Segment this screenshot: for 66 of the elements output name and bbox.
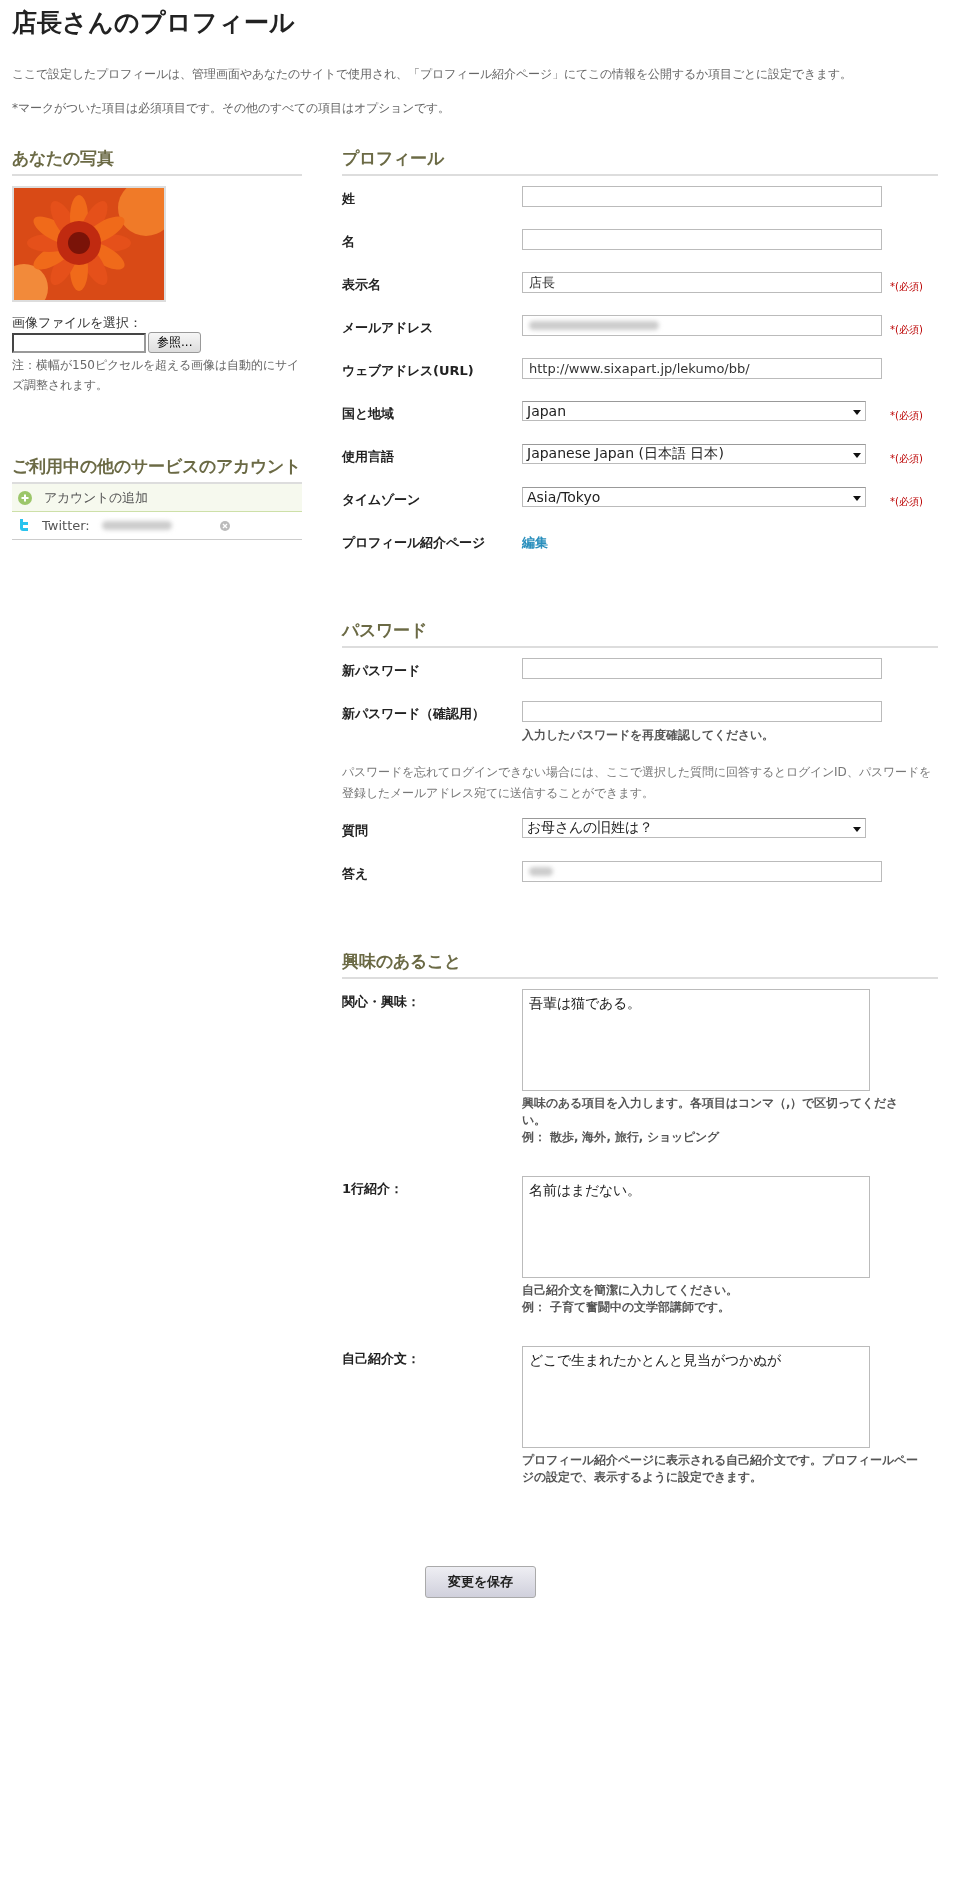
dropdown[interactable]: お母さんの旧姓は？ — [522, 818, 866, 838]
required-mark: *(必須) — [889, 495, 924, 509]
text-area[interactable]: 吾輩は猫である。 — [522, 989, 870, 1091]
required-mark: *(必須) — [889, 409, 924, 423]
field-label: 国と地域 — [342, 405, 395, 423]
section-heading: あなたの写真 — [12, 147, 302, 176]
account-label: アカウントの追加 — [44, 488, 148, 507]
field-label: 関心・興味： — [342, 993, 421, 1011]
field-label: メールアドレス — [342, 319, 434, 337]
account-label: Twitter: — [42, 518, 90, 533]
field-label: 質問 — [342, 822, 369, 840]
required-mark: *(必須) — [889, 452, 924, 466]
intro-text: *マークがついた項目は必須項目です。その他のすべての項目はオプションです。 — [12, 100, 451, 117]
caret-icon — [853, 409, 861, 415]
browse-button[interactable]: 参照... — [148, 332, 202, 353]
field-label: 新パスワード — [342, 662, 421, 680]
field-label: 使用言語 — [342, 448, 395, 466]
intro-text: ここで設定したプロフィールは、管理画面やあなたのサイトで使用され、「プロフィール紹介ページ」にてこの情報を公開するか項目ごとに設定できます。 — [12, 66, 853, 83]
page-title: 店長さんのプロフィール — [12, 7, 296, 39]
field-label: タイムゾーン — [342, 491, 421, 509]
help-text: パスワードを忘れてログインできない場合には、ここで選択した質問に回答するとログインID、パスワードを登録したメールアドレス宛てに送信することができます。 — [342, 764, 932, 802]
caret-icon — [853, 452, 861, 458]
plus-icon — [18, 490, 32, 505]
section-heading: パスワード — [342, 619, 938, 648]
field-label: ウェブアドレス(URL) — [342, 362, 475, 380]
save-button[interactable]: 変更を保存 — [425, 1566, 536, 1598]
text-field[interactable] — [522, 186, 882, 207]
dropdown[interactable]: Japan — [522, 401, 866, 421]
text-area[interactable]: どこで生まれたかとんと見当がつかぬが — [522, 1346, 870, 1448]
file-field[interactable] — [12, 332, 146, 353]
field-label: プロフィール紹介ページ — [342, 534, 486, 552]
field-hint: 興味のある項目を入力します。各項目はコンマ（,）で区切ってください。 — [522, 1095, 900, 1129]
text-field[interactable] — [522, 658, 882, 679]
field-hint: プロフィール紹介ページに表示される自己紹介文です。プロフィールページの設定で、表示するように設定できます。 — [522, 1452, 919, 1486]
caret-icon — [853, 495, 861, 501]
required-mark: *(必須) — [889, 323, 924, 337]
close-icon[interactable] — [219, 520, 230, 531]
field-label: 名 — [342, 233, 356, 251]
required-mark: *(必須) — [889, 280, 924, 294]
dropdown[interactable]: Asia/Tokyo — [522, 487, 866, 507]
field-label: 1行紹介： — [342, 1180, 405, 1198]
text-field[interactable]: 店長 — [522, 272, 882, 293]
field-hint: 入力したパスワードを再度確認してください。 — [522, 727, 775, 744]
field-hint: 例： 散歩, 海外, 旅行, ショッピング — [522, 1129, 721, 1146]
account-row[interactable]: アカウントの追加 — [12, 484, 302, 512]
field-label: 姓 — [342, 190, 356, 208]
file-label: 画像ファイルを選択： — [12, 314, 143, 332]
caret-icon — [853, 826, 861, 832]
field-label: 表示名 — [342, 276, 382, 294]
photo-note: 注：横幅が150ピクセルを超える画像は自動的にサイズ調整されます。 — [12, 357, 300, 394]
field-label: 新パスワード（確認用） — [342, 705, 486, 723]
text-field[interactable] — [522, 315, 882, 336]
account-row[interactable]: Twitter: — [12, 512, 302, 540]
field-label: 答え — [342, 865, 369, 883]
text-field[interactable] — [522, 701, 882, 722]
text-field[interactable] — [522, 861, 882, 882]
field-hint: 例： 子育て奮闘中の文学部講師です。 — [522, 1299, 731, 1316]
dropdown[interactable]: Japanese Japan (日本語 日本) — [522, 444, 866, 464]
field-hint: 自己紹介文を簡潔に入力してください。 — [522, 1282, 739, 1299]
text-field[interactable] — [522, 229, 882, 250]
section-heading: プロフィール — [342, 147, 938, 176]
text-area[interactable]: 名前はまだない。 — [522, 1176, 870, 1278]
section-heading: 興味のあること — [342, 950, 938, 979]
text-field[interactable]: http://www.sixapart.jp/lekumo/bb/ — [522, 358, 882, 379]
edit-link[interactable]: 編集 — [522, 530, 882, 552]
field-label: 自己紹介文： — [342, 1350, 421, 1368]
